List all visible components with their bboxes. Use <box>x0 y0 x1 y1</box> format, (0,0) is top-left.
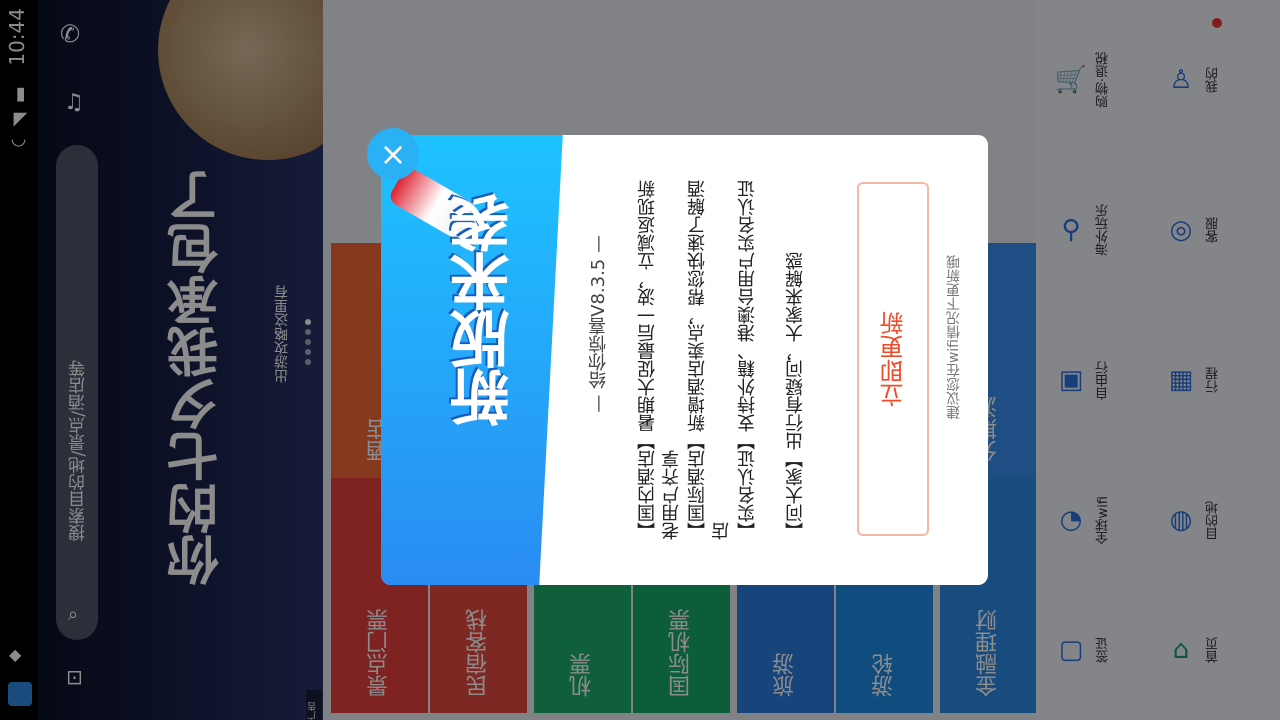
dialog-line-1: 【国内酒店】暑期大促最后一波，立减返现新老用户齐享 <box>637 180 682 540</box>
promo-text: 新版来袭 <box>450 195 520 427</box>
dialog-title: — 给你惊喜V8.3.5 — <box>588 235 609 413</box>
wifi-tip: 建议您在wifi情况下更新哦 <box>946 255 962 420</box>
dialog-title-text: 给你惊喜V8.3.5 <box>588 258 609 389</box>
dialog-line-4: 【问大家】出行有疑问，大家来解惑 <box>785 252 806 540</box>
update-now-button[interactable]: 立即更新 <box>857 182 929 536</box>
dialog-line-2: 【国际酒店】新增酒店卖点，帮您快速了解酒店 <box>687 180 732 540</box>
update-now-label: 立即更新 <box>879 311 908 407</box>
dialog-line-3: 【实名认证】支持外籍、港澳台用户实名认证 <box>737 180 758 540</box>
close-button[interactable]: × <box>367 128 419 180</box>
